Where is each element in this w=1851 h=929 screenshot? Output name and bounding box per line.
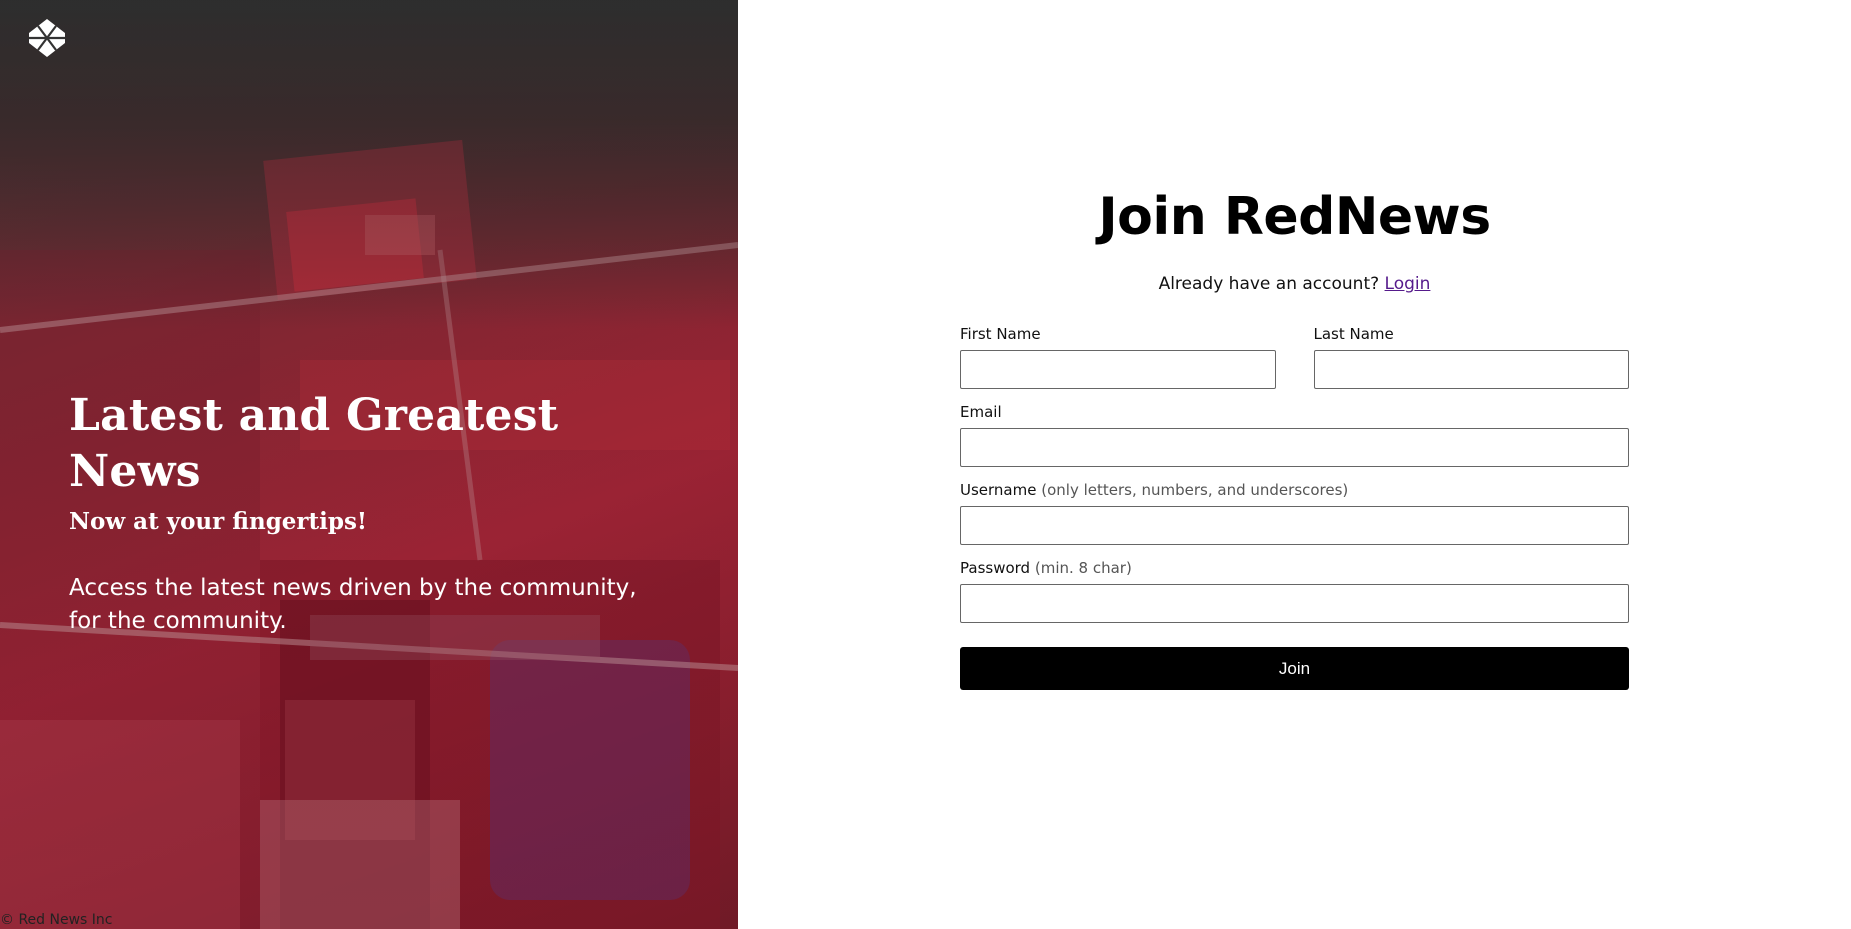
email-input[interactable] [960,428,1629,467]
hero-text-block: Latest and Greatest News Now at your fin… [69,388,689,638]
hero-panel: Latest and Greatest News Now at your fin… [0,0,738,929]
login-prompt: Already have an account? Login [960,274,1629,294]
email-group: Email [960,402,1629,467]
last-name-label: Last Name [1313,325,1394,343]
hero-description: Access the latest news driven by the com… [69,575,637,634]
signup-form: Join RedNews Already have an account? Lo… [960,182,1629,690]
username-hint: (only letters, numbers, and underscores) [1041,481,1349,499]
name-row: First Name Last Name [960,324,1629,402]
email-label: Email [960,403,1002,421]
copyright-text: © Red News Inc [0,912,113,928]
form-fields: First Name Last Name Email Username (onl… [960,324,1629,623]
username-input[interactable] [960,506,1629,545]
password-input[interactable] [960,584,1629,623]
hero-subtitle: Now at your fingertips! [69,508,368,535]
password-label: Password (min. 8 char) [960,558,1629,578]
signup-page: Latest and Greatest News Now at your fin… [0,0,1851,929]
login-link[interactable]: Login [1385,274,1431,294]
password-hint: (min. 8 char) [1034,559,1132,577]
form-title: Join RedNews [1098,187,1491,247]
first-name-group: First Name [960,324,1276,389]
diamond-grid-logo-icon[interactable] [28,18,66,58]
hero-title: Latest and Greatest News [69,390,559,497]
username-group: Username (only letters, numbers, and und… [960,480,1629,545]
join-button[interactable]: Join [960,647,1629,690]
last-name-group: Last Name [1313,324,1629,389]
first-name-label: First Name [960,325,1041,343]
form-panel: Join RedNews Already have an account? Lo… [738,0,1851,929]
already-have-account-text: Already have an account? [1158,274,1380,294]
username-label: Username (only letters, numbers, and und… [960,480,1629,500]
password-label-text: Password [960,559,1031,577]
first-name-input[interactable] [960,350,1276,389]
username-label-text: Username [960,481,1037,499]
last-name-input[interactable] [1313,350,1629,389]
password-group: Password (min. 8 char) [960,558,1629,623]
